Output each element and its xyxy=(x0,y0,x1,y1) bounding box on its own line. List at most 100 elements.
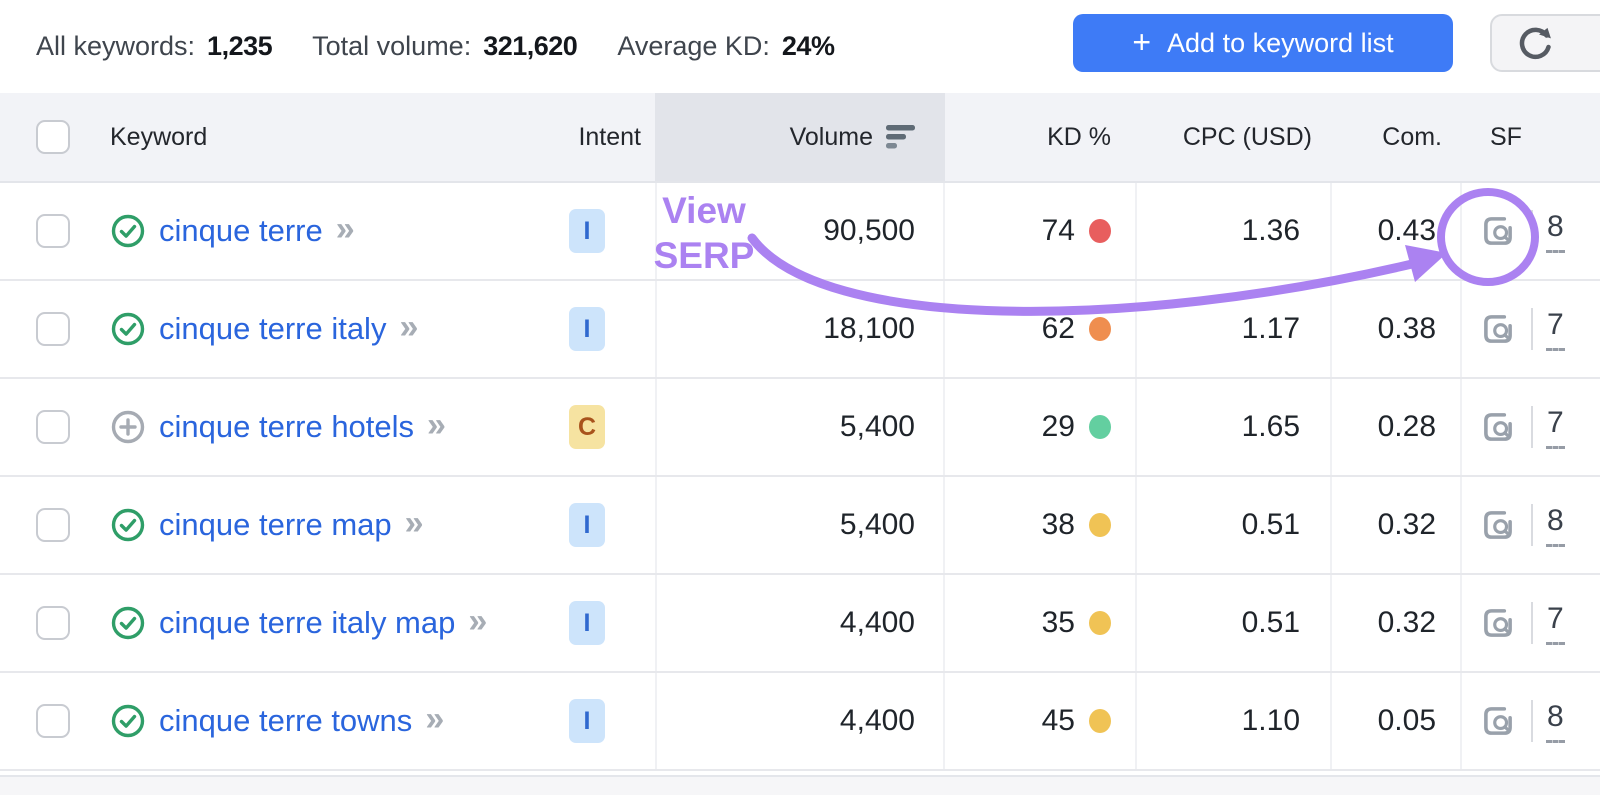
column-header-keyword[interactable]: Keyword xyxy=(90,93,555,181)
view-serp-button[interactable] xyxy=(1478,603,1518,643)
com-value: 0.32 xyxy=(1377,606,1436,639)
table-row: cinque terre italy » I 18,100 62 1.17 0.… xyxy=(0,281,1600,379)
kd-value: 74 xyxy=(1041,214,1075,247)
keyword-link[interactable]: cinque terre italy xyxy=(159,311,386,347)
serp-preview-icon xyxy=(1484,413,1512,441)
column-header-sf[interactable]: SF xyxy=(1460,93,1600,181)
cpc-value: 0.51 xyxy=(1241,606,1300,639)
table-row: cinque terre towns » I 4,400 45 1.10 0.0… xyxy=(0,673,1600,771)
refresh-icon xyxy=(1519,27,1551,60)
kd-difficulty-dot xyxy=(1089,709,1111,733)
expand-keyword-icon[interactable]: » xyxy=(399,310,418,344)
stat-label: Total volume: xyxy=(312,31,472,61)
keyword-link[interactable]: cinque terre italy map xyxy=(159,605,455,641)
add-to-keyword-list-button[interactable]: + Add to keyword list xyxy=(1073,14,1453,72)
intent-badge: I xyxy=(569,209,605,253)
stat-average-kd: Average KD: 24% xyxy=(617,31,835,62)
row-checkbox[interactable] xyxy=(36,606,70,640)
kd-difficulty-dot xyxy=(1089,219,1111,243)
com-value: 0.05 xyxy=(1377,704,1436,737)
stat-all-keywords: All keywords: 1,235 xyxy=(36,31,273,62)
com-value: 0.28 xyxy=(1377,410,1436,443)
serp-preview-icon xyxy=(1484,511,1512,539)
add-button-label: Add to keyword list xyxy=(1167,27,1394,58)
serp-features-count[interactable]: 7 xyxy=(1546,602,1565,645)
divider xyxy=(1531,210,1533,252)
view-serp-button[interactable] xyxy=(1478,505,1518,545)
view-serp-button[interactable] xyxy=(1478,407,1518,447)
stat-value: 24% xyxy=(781,31,835,61)
serp-preview-icon xyxy=(1484,315,1512,343)
cpc-value: 1.17 xyxy=(1241,312,1300,345)
volume-value: 4,400 xyxy=(839,704,915,737)
volume-value: 5,400 xyxy=(839,508,915,541)
column-header-label: Com. xyxy=(1382,122,1442,151)
column-header-cpc[interactable]: CPC (USD) xyxy=(1135,93,1330,181)
stat-total-volume: Total volume: 321,620 xyxy=(312,31,578,62)
serp-features-count[interactable]: 7 xyxy=(1546,406,1565,449)
cpc-value: 1.36 xyxy=(1241,214,1300,247)
column-header-intent[interactable]: Intent xyxy=(555,93,655,181)
column-header-com[interactable]: Com. xyxy=(1330,93,1460,181)
keyword-link[interactable]: cinque terre hotels xyxy=(159,409,414,445)
view-serp-button[interactable] xyxy=(1478,309,1518,349)
serp-preview-icon xyxy=(1484,707,1512,735)
check-circle-icon xyxy=(110,213,146,249)
kd-value: 45 xyxy=(1041,704,1075,737)
kd-difficulty-dot xyxy=(1089,513,1111,537)
row-checkbox[interactable] xyxy=(36,508,70,542)
row-checkbox[interactable] xyxy=(36,704,70,738)
cpc-value: 1.65 xyxy=(1241,410,1300,443)
cpc-value: 0.51 xyxy=(1241,508,1300,541)
volume-value: 5,400 xyxy=(839,410,915,443)
divider xyxy=(1531,504,1533,546)
kd-difficulty-dot xyxy=(1089,317,1111,341)
intent-badge: I xyxy=(569,601,605,645)
kd-value: 29 xyxy=(1041,410,1075,443)
plus-icon: + xyxy=(1132,24,1152,60)
expand-keyword-icon[interactable]: » xyxy=(405,506,424,540)
keyword-link[interactable]: cinque terre xyxy=(159,213,323,249)
expand-keyword-icon[interactable]: » xyxy=(425,702,444,736)
serp-preview-icon xyxy=(1484,609,1512,637)
serp-features-count[interactable]: 7 xyxy=(1546,308,1565,351)
row-checkbox[interactable] xyxy=(36,312,70,346)
kd-value: 35 xyxy=(1041,606,1075,639)
header-checkbox-cell xyxy=(0,93,90,181)
intent-badge: C xyxy=(569,405,605,449)
column-header-kd[interactable]: KD % xyxy=(945,93,1135,181)
volume-value: 4,400 xyxy=(839,606,915,639)
intent-badge: I xyxy=(569,699,605,743)
volume-value: 90,500 xyxy=(823,214,915,247)
com-value: 0.32 xyxy=(1377,508,1436,541)
intent-badge: I xyxy=(569,503,605,547)
serp-features-count[interactable]: 8 xyxy=(1546,210,1565,253)
expand-keyword-icon[interactable]: » xyxy=(427,408,446,442)
row-checkbox[interactable] xyxy=(36,214,70,248)
check-circle-icon xyxy=(110,507,146,543)
expand-keyword-icon[interactable]: » xyxy=(336,212,355,246)
com-value: 0.38 xyxy=(1377,312,1436,345)
next-row-edge xyxy=(0,775,1600,795)
stat-value: 321,620 xyxy=(483,31,578,61)
view-serp-button[interactable] xyxy=(1478,211,1518,251)
stat-value: 1,235 xyxy=(207,31,273,61)
stat-label: Average KD: xyxy=(617,31,770,61)
kd-value: 62 xyxy=(1041,312,1075,345)
check-circle-icon xyxy=(110,311,146,347)
kd-difficulty-dot xyxy=(1089,611,1111,635)
serp-features-count[interactable]: 8 xyxy=(1546,700,1565,743)
serp-features-count[interactable]: 8 xyxy=(1546,504,1565,547)
table-row: cinque terre » I 90,500 74 1.36 0.43 8 xyxy=(0,183,1600,281)
row-checkbox[interactable] xyxy=(36,410,70,444)
cpc-value: 1.10 xyxy=(1241,704,1300,737)
view-serp-button[interactable] xyxy=(1478,701,1518,741)
table-row: cinque terre italy map » I 4,400 35 0.51… xyxy=(0,575,1600,673)
column-header-volume[interactable]: Volume xyxy=(655,93,945,181)
refresh-button[interactable] xyxy=(1490,14,1600,72)
plus-circle-icon[interactable] xyxy=(110,409,146,445)
expand-keyword-icon[interactable]: » xyxy=(468,604,487,638)
keyword-link[interactable]: cinque terre map xyxy=(159,507,392,543)
select-all-checkbox[interactable] xyxy=(36,120,70,154)
keyword-link[interactable]: cinque terre towns xyxy=(159,703,412,739)
